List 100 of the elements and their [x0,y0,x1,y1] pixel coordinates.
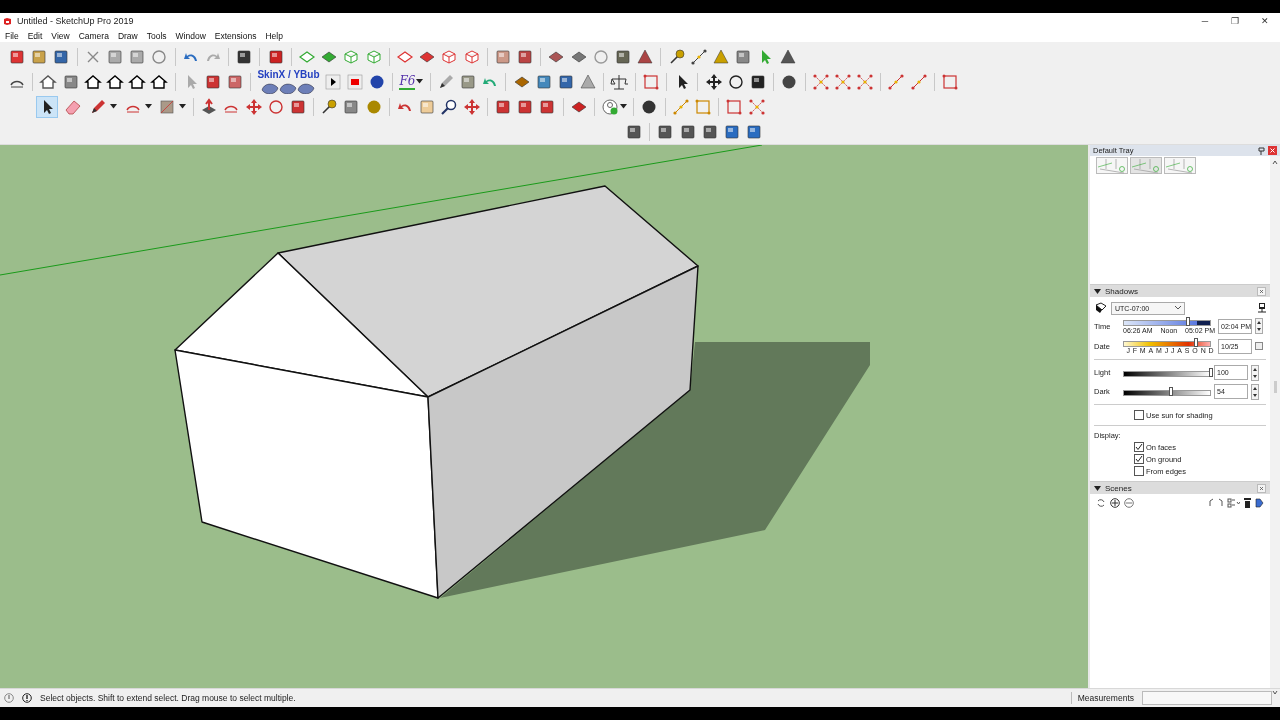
points-icon[interactable] [833,72,852,91]
line-icon[interactable] [689,47,708,66]
square-icon[interactable] [52,47,71,66]
points-icon[interactable] [747,97,766,116]
move-up-icon[interactable] [1209,498,1214,507]
frame-icon[interactable] [941,72,960,91]
window-control[interactable]: ❐ [1220,16,1250,26]
menu-item[interactable]: Help [265,30,283,41]
add-icon[interactable] [1110,497,1120,508]
square-icon[interactable] [203,72,222,91]
points-icon[interactable] [811,72,830,91]
slider-thumb[interactable] [1168,387,1173,396]
menu-item[interactable]: Camera [78,30,109,41]
square-icon[interactable] [748,72,767,91]
geolocation-icon[interactable] [4,693,14,703]
caret-icon[interactable] [1175,306,1181,310]
refresh-icon[interactable] [1096,497,1106,508]
frame-icon[interactable] [641,72,660,91]
move-icon[interactable] [704,72,723,91]
square-icon[interactable] [493,97,512,116]
window-control[interactable]: ─ [1190,16,1220,26]
caret-icon[interactable] [178,104,186,109]
spinner-icon[interactable] [1255,318,1263,334]
square-icon[interactable] [678,122,697,141]
ring-icon[interactable] [726,72,745,91]
triangle-icon[interactable] [636,47,655,66]
square-icon[interactable] [235,47,254,66]
user-icon[interactable] [601,97,620,116]
house-icon[interactable] [83,72,102,91]
checkbox[interactable] [1134,466,1144,476]
checkbox[interactable] [1134,442,1144,452]
square-icon[interactable] [656,122,675,141]
measurements-field[interactable] [1142,691,1272,705]
caret-icon[interactable] [110,104,118,109]
house-icon[interactable] [39,72,58,91]
details-icon[interactable] [1255,497,1264,508]
pin-icon[interactable] [1258,146,1265,155]
square-icon[interactable] [556,72,575,91]
house-icon[interactable] [128,72,147,91]
view-options-icon[interactable] [1227,497,1240,508]
close-icon[interactable] [1268,146,1277,155]
style-thumbnail[interactable] [1164,157,1196,174]
magnifier-icon[interactable] [440,97,459,116]
slider-track[interactable] [1123,368,1211,377]
square-icon[interactable] [516,47,535,66]
spinner-icon[interactable] [1251,383,1259,400]
rectangle-icon[interactable] [157,97,176,116]
caret-icon[interactable] [620,104,628,109]
monitor-icon[interactable] [1258,303,1266,313]
square-icon[interactable] [538,97,557,116]
points-icon[interactable] [856,72,875,91]
square-icon[interactable] [266,47,285,66]
window-control[interactable]: ✕ [1250,16,1280,26]
collapse-icon[interactable] [1094,484,1101,492]
square-icon[interactable] [745,122,764,141]
menu-item[interactable]: Edit [27,30,43,41]
slider-thumb[interactable] [1194,337,1199,347]
frame-icon[interactable] [725,97,744,116]
square-icon[interactable] [288,97,307,116]
caret-icon[interactable] [144,104,152,109]
triangle-icon[interactable] [778,47,797,66]
close-icon[interactable] [1257,483,1266,493]
trash-icon[interactable] [1244,497,1251,508]
square-icon[interactable] [700,122,719,141]
collapse-icon[interactable] [1094,287,1101,295]
square-icon[interactable] [516,97,535,116]
slider-thumb[interactable] [1209,368,1213,377]
slider-thumb[interactable] [1186,317,1191,326]
checkbox[interactable] [1134,410,1144,420]
slider-track[interactable] [1123,387,1211,396]
slider-track[interactable] [1123,337,1211,347]
tape-measure-icon[interactable] [320,97,339,116]
square-icon[interactable] [625,122,643,141]
info-icon[interactable] [22,693,32,703]
stop-icon[interactable] [345,72,364,91]
shadow-toggle-icon[interactable] [1094,302,1108,314]
menu-item[interactable]: View [51,30,70,41]
menu-item[interactable]: Extensions [214,30,257,41]
remove-icon[interactable] [1124,497,1134,508]
triangle-icon[interactable] [579,72,598,91]
play-icon[interactable] [323,72,342,91]
slider-track[interactable] [1123,317,1211,326]
menu-item[interactable]: Draw [117,30,138,41]
square-icon[interactable] [722,122,741,141]
menu-item[interactable]: Window [175,30,206,41]
pencil-icon[interactable] [89,97,108,116]
scale-icon[interactable] [610,72,629,91]
f6-button[interactable]: F6 [399,73,416,90]
checkbox[interactable] [1134,454,1144,464]
style-thumbnail[interactable] [1130,157,1162,174]
menu-item[interactable]: File [5,30,19,41]
line-icon[interactable] [887,72,906,91]
house-icon[interactable] [150,72,169,91]
menu-item[interactable]: Tools [146,30,167,41]
caret-icon[interactable] [416,79,424,84]
calendar-icon[interactable] [1255,342,1263,350]
square-icon[interactable] [614,47,632,66]
style-thumbnail[interactable] [1096,157,1128,174]
house-icon[interactable] [105,72,124,91]
close-icon[interactable] [1257,286,1266,296]
